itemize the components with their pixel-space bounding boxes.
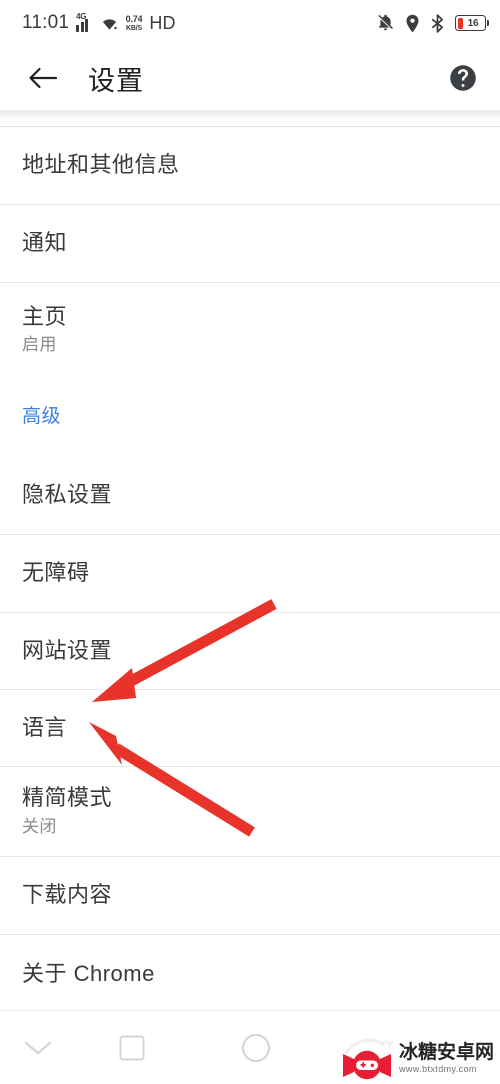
system-navigation-bar: 冰糖安卓网 www.btxtdmy.com — [0, 1010, 500, 1084]
settings-row-title: 通知 — [22, 230, 68, 256]
nav-home-button[interactable] — [228, 1020, 284, 1076]
network-speed-value: 0.74 — [125, 13, 143, 24]
watermark-site-name: 冰糖安卓网 — [398, 1041, 494, 1063]
settings-row-title: 网站设置 — [22, 637, 113, 663]
status-clock: 11:01 — [22, 12, 70, 33]
watermark-site-url: www.btxtdmy.com — [398, 1063, 477, 1074]
back-button[interactable] — [22, 57, 64, 99]
settings-row-title: 主页 — [22, 303, 68, 329]
location-pin-icon — [406, 14, 419, 32]
hd-label: HD — [149, 12, 176, 33]
status-bar-left: 11:01 4G 0.74 KB/S HD — [22, 12, 377, 34]
settings-row-title: 下载内容 — [22, 882, 113, 908]
settings-list[interactable]: 地址和其他信息 通知 主页 启用 高级 隐私设置 无障碍 网站设置 语言 精简模… — [0, 127, 500, 1013]
settings-row-notifications[interactable]: 通知 — [0, 205, 500, 282]
nav-back-button[interactable] — [10, 1020, 66, 1076]
settings-row-subtitle: 启用 — [22, 335, 57, 355]
settings-row-lite-mode[interactable]: 精简模式 关闭 — [0, 767, 500, 856]
settings-row-title: 无障碍 — [22, 560, 90, 586]
settings-row-subtitle: 关闭 — [22, 816, 57, 836]
battery-percent-label: 16 — [467, 17, 479, 29]
status-bar: 11:01 4G 0.74 KB/S HD 16 — [0, 0, 500, 46]
settings-row-accessibility[interactable]: 无障碍 — [0, 535, 500, 612]
settings-row-site-settings[interactable]: 网站设置 — [0, 613, 500, 689]
circle-icon — [242, 1033, 270, 1062]
status-bar-right: 16 — [377, 13, 489, 33]
settings-row-downloads[interactable]: 下载内容 — [0, 857, 500, 934]
help-circle-icon — [450, 65, 476, 91]
settings-section-header-advanced: 高级 — [0, 378, 500, 456]
arrow-back-icon — [29, 67, 58, 89]
settings-row-title: 语言 — [22, 714, 68, 740]
network-generation-label: 4G — [76, 11, 87, 21]
phone-screen: 11:01 4G 0.74 KB/S HD 16 设置 地址和其他信息 通知 主… — [0, 0, 500, 1084]
wifi-icon — [102, 18, 117, 30]
settings-row-about-chrome[interactable]: 关于 Chrome — [0, 935, 500, 1013]
network-speed-unit: KB/S — [126, 24, 142, 32]
square-icon — [119, 1035, 145, 1060]
settings-row-title: 关于 Chrome — [22, 960, 155, 986]
settings-row-title: 精简模式 — [22, 785, 113, 811]
network-speed-indicator: 0.74 KB/S — [125, 13, 143, 32]
signal-bars-icon: 4G — [76, 11, 93, 32]
page-title: 设置 — [88, 65, 144, 96]
app-bar-scroll-shadow — [0, 110, 500, 120]
app-bar: 设置 — [0, 46, 500, 110]
settings-row-languages[interactable]: 语言 — [0, 690, 500, 766]
watermark: 冰糖安卓网 www.btxtdmy.com — [341, 1036, 494, 1080]
help-button[interactable] — [446, 61, 480, 95]
bluetooth-icon — [431, 13, 444, 33]
settings-row-addresses[interactable]: 地址和其他信息 — [0, 127, 500, 204]
chevron-down-icon — [24, 1041, 52, 1054]
candy-ninja-logo-icon — [341, 1036, 397, 1080]
battery-icon: 16 — [455, 15, 489, 31]
settings-row-title: 地址和其他信息 — [22, 152, 180, 178]
bell-off-icon — [377, 14, 394, 31]
nav-recents-button[interactable] — [104, 1020, 160, 1076]
settings-row-title: 隐私设置 — [22, 482, 113, 508]
settings-section-title: 高级 — [22, 405, 62, 427]
settings-row-privacy[interactable]: 隐私设置 — [0, 457, 500, 534]
watermark-text: 冰糖安卓网 www.btxtdmy.com — [399, 1043, 494, 1074]
settings-row-homepage[interactable]: 主页 启用 — [0, 283, 500, 377]
